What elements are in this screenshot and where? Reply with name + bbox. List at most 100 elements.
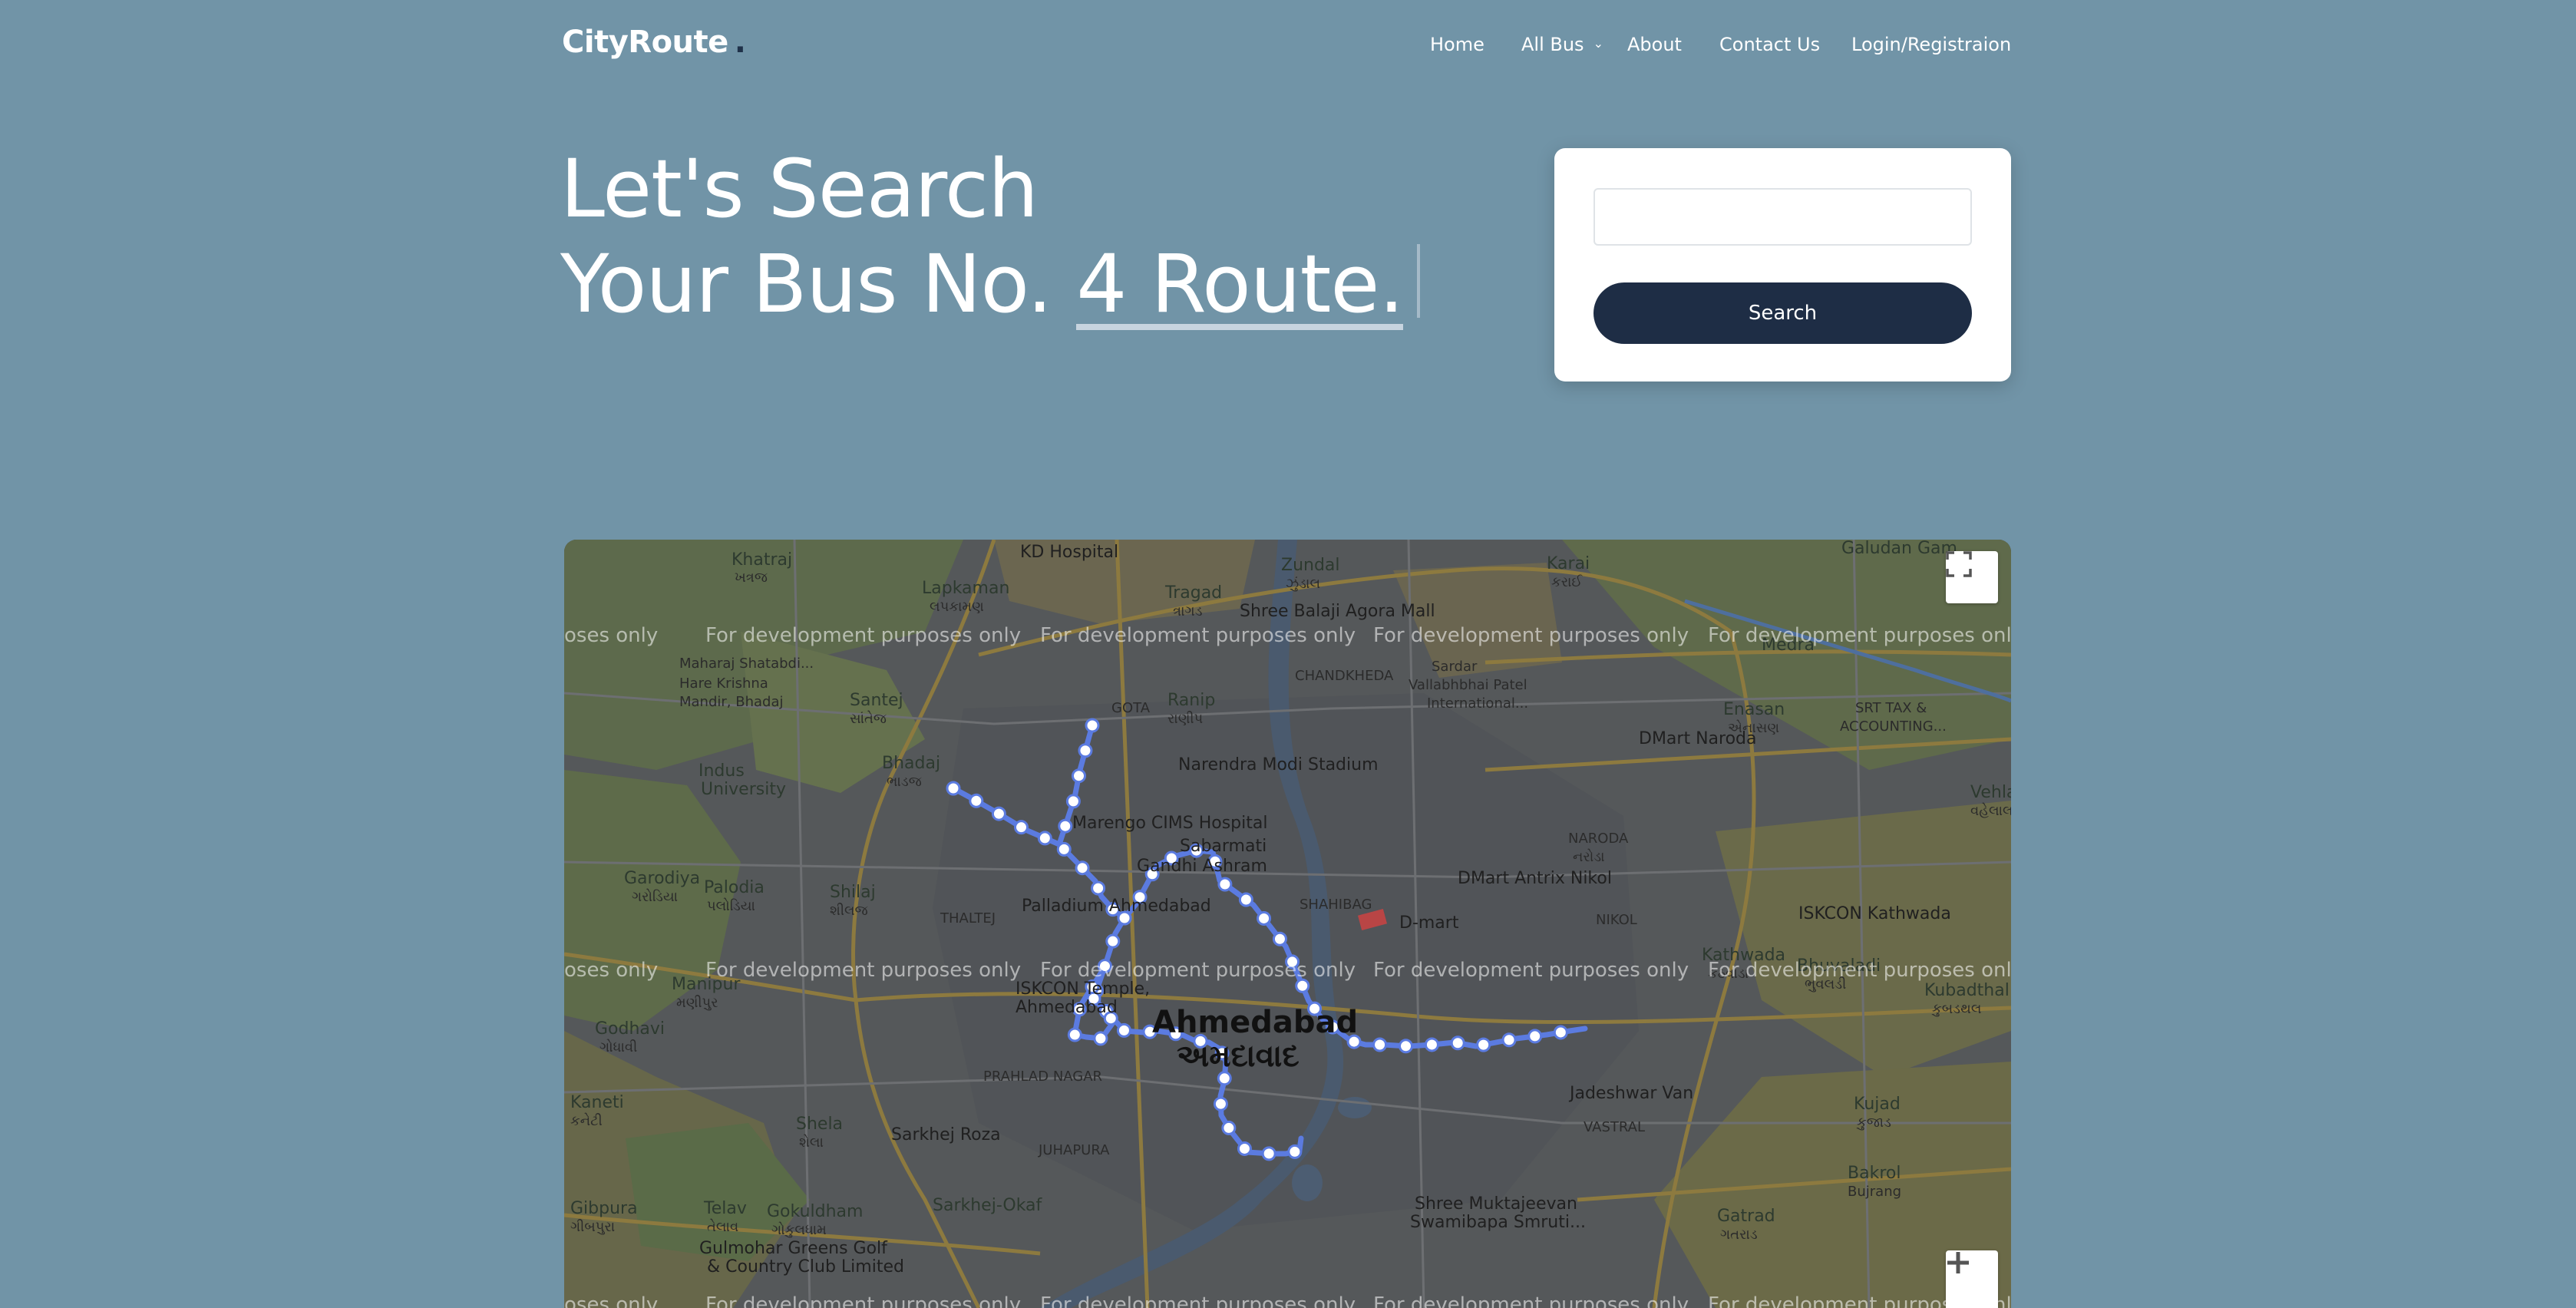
hero-line-2: Your Bus No. 4 Route.: [560, 236, 1421, 332]
bus-stop-marker[interactable]: [991, 806, 1006, 821]
nav-home[interactable]: Home: [1430, 34, 1485, 55]
bus-stop-marker[interactable]: [1105, 933, 1121, 949]
map-label-hare-krishna: Hare Krishna: [679, 675, 768, 692]
map-label-maharaj: Maharaj Shatabdi...: [679, 656, 814, 672]
map-label-telav-gu: તેલાવ: [707, 1219, 739, 1235]
bus-stop-marker[interactable]: [969, 793, 984, 808]
bus-stop-marker[interactable]: [1075, 860, 1090, 876]
dev-watermark: For development purposes only: [1373, 624, 1689, 647]
map-label-tragad-gu: ત્રાગડ: [1173, 603, 1203, 619]
map-label-gatrad: Gatrad: [1717, 1207, 1775, 1226]
map-label-ranip-gu: રાણીપ: [1167, 711, 1204, 727]
map-label-chandkheda: CHANDKHEDA: [1295, 668, 1394, 684]
dev-watermark: For development purposes only: [705, 1293, 1022, 1308]
dev-watermark: For development purposes only: [1040, 624, 1356, 647]
map-label-gokuldham-gu: ગોકુલધામ: [771, 1222, 827, 1238]
map-label-iskcon-ahmedabad: Ahmedabad: [1016, 998, 1118, 1017]
map-label-mandir-bhadaj: Mandir, Bhadaj: [679, 694, 784, 710]
bus-stop-marker[interactable]: [1424, 1037, 1439, 1052]
map-label-karai-gu: કરાઈ: [1551, 574, 1583, 590]
nav-all-bus[interactable]: All Bus ⌄: [1521, 34, 1603, 55]
dev-watermark-fragment: oses only: [564, 1293, 659, 1308]
bus-stop-marker[interactable]: [1272, 931, 1287, 946]
bus-stop-marker[interactable]: [1067, 1027, 1082, 1042]
map-label-palodia: Palodia: [704, 878, 765, 897]
map-label-enasan-gu: એનાસણ: [1728, 720, 1780, 736]
map-label-sarkhej-roza: Sarkhej Roza: [891, 1125, 1001, 1144]
map-label-vehlal-gu: વહેલાલ: [1970, 803, 2011, 819]
route-map[interactable]: KD Hospital Khatraj ખત્રજ Lapkaman લપકામ…: [564, 540, 2011, 1308]
dev-watermark: For development purposes only: [1040, 959, 1356, 982]
fullscreen-button[interactable]: [1946, 551, 1998, 603]
map-label-nikol: NIKOL: [1596, 912, 1637, 928]
bus-stop-marker[interactable]: [1091, 880, 1106, 896]
bus-stop-marker[interactable]: [1217, 1071, 1232, 1086]
hero-heading: Let's Search Your Bus No. 4 Route.: [560, 141, 1421, 332]
map-label-swamibapa: Swamibapa Smruti...: [1410, 1213, 1586, 1232]
dev-watermark: For development purposes only: [1373, 959, 1689, 982]
bus-stop-marker[interactable]: [1238, 892, 1253, 907]
bus-stop-marker[interactable]: [1213, 1096, 1228, 1111]
dev-watermark-fragment: oses only: [564, 624, 659, 647]
map-label-khatraj: Khatraj: [732, 550, 793, 570]
map-label-sarkhej-okaf: Sarkhej-Okaf: [933, 1196, 1042, 1215]
bus-stop-marker[interactable]: [1037, 831, 1052, 846]
map-label-shree-balaji: Shree Balaji Agora Mall: [1240, 602, 1435, 621]
bus-stop-marker[interactable]: [1014, 820, 1029, 835]
bus-stop-marker[interactable]: [1072, 768, 1087, 784]
bus-stop-marker[interactable]: [1217, 877, 1233, 892]
map-label-university: University: [701, 780, 786, 799]
bus-stop-marker[interactable]: [1116, 1022, 1131, 1038]
bus-stop-marker[interactable]: [1221, 1120, 1237, 1135]
dev-watermark: For development purposes only: [705, 624, 1022, 647]
map-label-sabarmati: Sabarmati: [1180, 837, 1267, 856]
map-label-kd-hospital: KD Hospital: [1020, 543, 1119, 562]
bus-stop-marker[interactable]: [1085, 718, 1100, 733]
bus-stop-marker[interactable]: [1553, 1025, 1568, 1040]
bus-stop-marker[interactable]: [1476, 1037, 1491, 1052]
nav-about[interactable]: About: [1627, 34, 1682, 55]
bus-stop-marker[interactable]: [1093, 1031, 1108, 1046]
bus-stop-marker[interactable]: [1399, 1039, 1414, 1054]
map-label-d-mart: D-mart: [1399, 913, 1459, 933]
map-label-khatraj-gu: ખત્રજ: [735, 570, 768, 586]
map-label-santej: Santej: [850, 691, 903, 710]
bus-stop-marker[interactable]: [1257, 910, 1272, 926]
map-label-naroda-gu: નરોડા: [1573, 849, 1605, 865]
map-label-shela: Shela: [796, 1115, 844, 1134]
bus-stop-marker[interactable]: [1287, 1144, 1303, 1159]
bus-stop-marker[interactable]: [1065, 794, 1081, 809]
bus-stop-marker[interactable]: [1261, 1146, 1276, 1161]
bus-stop-marker[interactable]: [1056, 841, 1072, 857]
bus-stop-marker[interactable]: [1450, 1036, 1465, 1051]
nav-all-bus-label: All Bus: [1521, 34, 1584, 55]
nav-contact-us[interactable]: Contact Us: [1719, 34, 1820, 55]
map-label-zundal: Zundal: [1281, 556, 1340, 575]
map-label-tragad: Tragad: [1165, 583, 1223, 603]
typing-cursor: [1417, 244, 1421, 318]
dev-watermark: For development purposes only: [1040, 1293, 1356, 1308]
bus-stop-marker[interactable]: [946, 781, 961, 796]
nav-login-registration[interactable]: Login/Registraion: [1851, 34, 2011, 55]
map-label-ranip: Ranip: [1167, 691, 1216, 710]
bus-stop-marker[interactable]: [1372, 1037, 1388, 1052]
map-label-country-club: & Country Club Limited: [707, 1257, 904, 1277]
map-label-gibpura-gu: ગીબપુરા: [570, 1219, 616, 1235]
dev-watermark-fragment: oses only: [564, 959, 659, 982]
bus-stop-marker[interactable]: [1237, 1141, 1252, 1156]
bus-stop-marker[interactable]: [1058, 818, 1073, 834]
map-label-galudan-gam: Galudan Gam: [1841, 540, 1957, 558]
map-label-shree-muktajeevan: Shree Muktajeevan: [1415, 1194, 1577, 1214]
map-label-marengo: Marengo CIMS Hospital: [1072, 814, 1268, 833]
bus-search-input[interactable]: [1593, 188, 1972, 246]
map-label-godhavi: Godhavi: [595, 1019, 665, 1039]
map-label-shela-gu: શેલા: [799, 1135, 824, 1151]
map-label-gulmohar: Gulmohar Greens Golf: [699, 1239, 887, 1258]
bus-stop-marker[interactable]: [1501, 1032, 1517, 1048]
map-label-karai: Karai: [1547, 554, 1590, 573]
search-button[interactable]: Search: [1593, 282, 1972, 344]
map-label-palladium: Palladium Ahmedabad: [1022, 897, 1211, 916]
bus-stop-marker[interactable]: [1527, 1029, 1543, 1044]
zoom-in-button[interactable]: [1946, 1250, 1998, 1308]
bus-stop-marker[interactable]: [1078, 743, 1093, 758]
